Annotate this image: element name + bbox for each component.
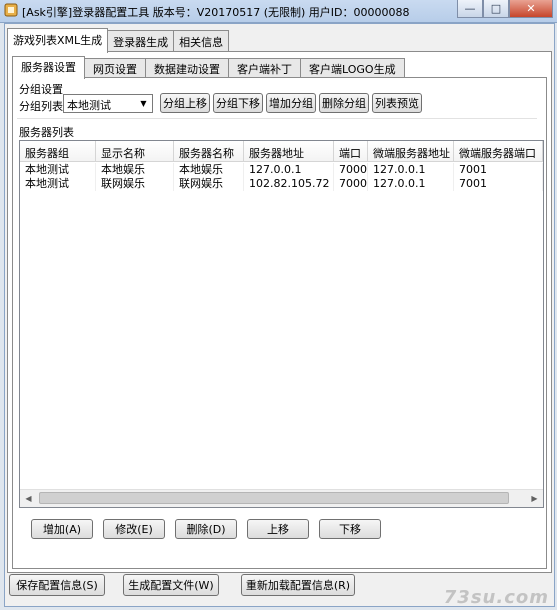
delete-server-button[interactable]: 删除(D) [175,519,237,539]
cell-micro-address: 127.0.0.1 [368,177,454,191]
cell-group: 本地测试 [20,163,96,177]
cell-server-name: 本地娱乐 [174,163,244,177]
server-settings-panel: 分组设置 分组列表： 本地测试 ▼ 分组上移 分组下移 增加分组 删除分组 列表… [12,77,547,569]
tab-web-settings[interactable]: 网页设置 [84,58,146,78]
tab-client-logo[interactable]: 客户端LOGO生成 [300,58,405,78]
group-select[interactable]: 本地测试 ▼ [63,94,153,113]
tab-data-settings[interactable]: 数据建动设置 [145,58,229,78]
generate-config-button[interactable]: 生成配置文件(W) [123,574,219,596]
tab-server-settings[interactable]: 服务器设置 [12,56,85,79]
server-list-title: 服务器列表 [19,126,74,139]
table-row[interactable]: 本地测试 本地娱乐 本地娱乐 127.0.0.1 7000 127.0.0.1 … [20,163,543,177]
group-select-value: 本地测试 [67,99,111,112]
scroll-left-icon[interactable]: ◀ [20,490,37,507]
cell-group: 本地测试 [20,177,96,191]
add-server-button[interactable]: 增加(A) [31,519,93,539]
inner-tab-strip: 服务器设置 网页设置 数据建动设置 客户端补丁 客户端LOGO生成 [12,56,405,79]
edit-server-button[interactable]: 修改(E) [103,519,165,539]
horizontal-scrollbar[interactable]: ◀ ▶ [20,489,543,507]
column-header-micro-address[interactable]: 微端服务器地址 [368,141,454,162]
cell-micro-port: 7001 [454,163,543,177]
minimize-button[interactable]: — [457,0,483,18]
top-tab-strip: 游戏列表XML生成 登录器生成 相关信息 [7,28,230,53]
column-header-group[interactable]: 服务器组 [20,141,96,162]
window-title: [Ask引擎]登录器配置工具 版本号：V20170517 (无限制) 用户ID：… [22,6,410,19]
scroll-right-icon[interactable]: ▶ [526,490,543,507]
close-button[interactable]: ✕ [509,0,553,18]
cell-micro-port: 7001 [454,177,543,191]
tab-launcher-generate[interactable]: 登录器生成 [107,30,175,52]
move-down-button[interactable]: 下移 [319,519,381,539]
tab-client-patch[interactable]: 客户端补丁 [228,58,301,78]
column-header-display-name[interactable]: 显示名称 [96,141,174,162]
reload-config-button[interactable]: 重新加载配置信息(R) [241,574,355,596]
server-list-header: 服务器组 显示名称 服务器名称 服务器地址 端口 微端服务器地址 微端服务器端口 [20,141,543,162]
column-header-server-name[interactable]: 服务器名称 [174,141,244,162]
server-list-view[interactable]: 服务器组 显示名称 服务器名称 服务器地址 端口 微端服务器地址 微端服务器端口… [19,140,544,508]
cell-micro-address: 127.0.0.1 [368,163,454,177]
add-group-button[interactable]: 增加分组 [266,93,316,113]
cell-port: 7000 [334,177,368,191]
chevron-down-icon[interactable]: ▼ [136,96,151,111]
app-icon [4,3,18,17]
move-up-button[interactable]: 上移 [247,519,309,539]
preview-list-button[interactable]: 列表预览 [372,93,422,113]
column-header-server-address[interactable]: 服务器地址 [244,141,334,162]
maximize-button[interactable]: □ [483,0,509,18]
column-header-micro-port[interactable]: 微端服务器端口 [454,141,543,162]
delete-group-button[interactable]: 删除分组 [319,93,369,113]
table-row[interactable]: 本地测试 联网娱乐 联网娱乐 102.82.105.72 7000 127.0.… [20,177,543,191]
tab-game-list-xml[interactable]: 游戏列表XML生成 [7,28,109,53]
group-move-up-button[interactable]: 分组上移 [160,93,210,113]
cell-display-name: 联网娱乐 [96,177,174,191]
save-config-button[interactable]: 保存配置信息(S) [9,574,105,596]
cell-server-address: 102.82.105.72 [244,177,334,191]
cell-server-address: 127.0.0.1 [244,163,334,177]
group-move-down-button[interactable]: 分组下移 [213,93,263,113]
scrollbar-thumb[interactable] [39,492,509,504]
cell-port: 7000 [334,163,368,177]
cell-server-name: 联网娱乐 [174,177,244,191]
title-bar[interactable]: [Ask引擎]登录器配置工具 版本号：V20170517 (无限制) 用户ID：… [0,0,557,23]
column-header-port[interactable]: 端口 [334,141,368,162]
top-tab-panel: 服务器设置 网页设置 数据建动设置 客户端补丁 客户端LOGO生成 分组设置 分… [7,51,552,573]
cell-display-name: 本地娱乐 [96,163,174,177]
client-area: 游戏列表XML生成 登录器生成 相关信息 服务器设置 网页设置 数据建动设置 客… [4,23,555,607]
tab-related-info[interactable]: 相关信息 [173,30,230,52]
site-watermark: 73su.com [443,587,549,608]
